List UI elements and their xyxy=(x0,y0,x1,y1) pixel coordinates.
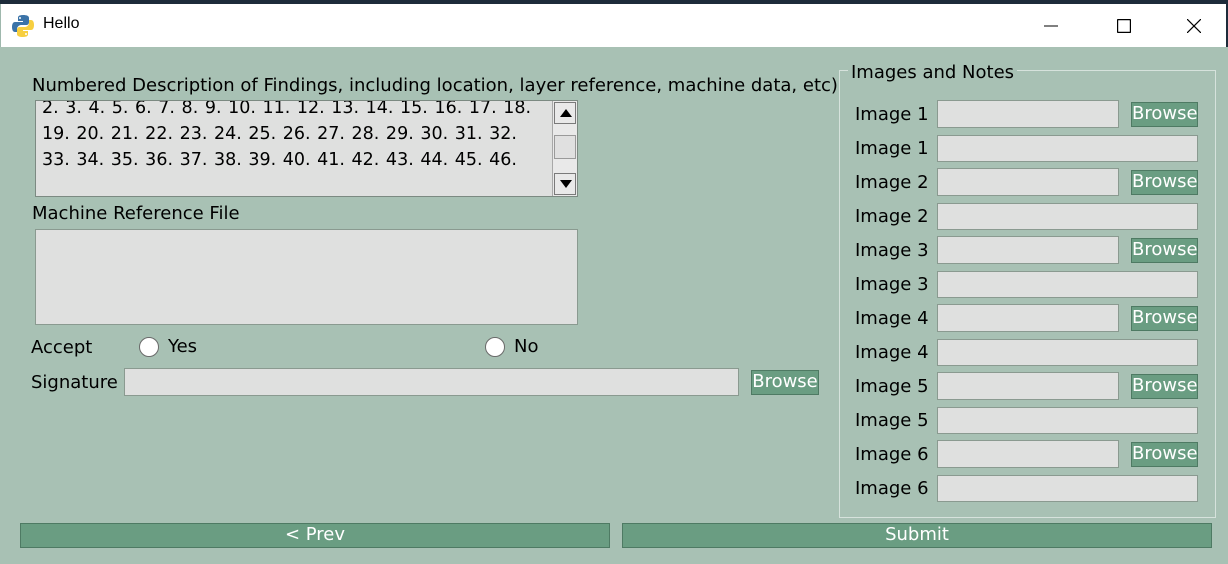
findings-textarea[interactable]: 2. 3. 4. 5. 6. 7. 8. 9. 10. 11. 12. 13. … xyxy=(35,100,578,197)
image-1-notes-label: Image 1 xyxy=(855,138,929,159)
image-6-label: Image 6 xyxy=(855,444,929,465)
accept-yes-label: Yes xyxy=(168,336,198,357)
image-3-notes-field[interactable] xyxy=(937,271,1198,298)
minimize-button[interactable] xyxy=(1016,4,1086,47)
images-group-title: Images and Notes xyxy=(848,62,1018,84)
close-button[interactable] xyxy=(1159,4,1228,47)
maximize-icon xyxy=(1117,19,1131,33)
image-2-browse-button[interactable]: Browse xyxy=(1131,170,1198,195)
image-4-label: Image 4 xyxy=(855,308,929,329)
image-2-path-field[interactable] xyxy=(937,168,1119,196)
image-6-notes-field[interactable] xyxy=(937,475,1198,502)
image-5-label: Image 5 xyxy=(855,376,929,397)
image-5-notes-label: Image 5 xyxy=(855,410,929,431)
image-6-notes-label: Image 6 xyxy=(855,478,929,499)
findings-label: Numbered Description of Findings, includ… xyxy=(32,75,838,96)
image-6-browse-button[interactable]: Browse xyxy=(1131,442,1198,467)
image-2-notes-field[interactable] xyxy=(937,203,1198,230)
image-4-browse-button[interactable]: Browse xyxy=(1131,306,1198,331)
image-1-path-field[interactable] xyxy=(937,100,1119,128)
minimize-icon xyxy=(1044,25,1058,27)
image-6-path-field[interactable] xyxy=(937,440,1119,468)
scroll-down-button[interactable] xyxy=(554,173,576,195)
signature-field[interactable] xyxy=(124,368,739,396)
image-5-browse-button[interactable]: Browse xyxy=(1131,374,1198,399)
image-4-notes-label: Image 4 xyxy=(855,342,929,363)
scroll-up-button[interactable] xyxy=(554,102,576,124)
scroll-thumb[interactable] xyxy=(554,135,576,159)
image-1-notes-field[interactable] xyxy=(937,135,1198,162)
accept-no-radio[interactable] xyxy=(485,337,505,357)
machine-reference-field[interactable] xyxy=(35,229,578,325)
image-2-label: Image 2 xyxy=(855,172,929,193)
python-icon xyxy=(12,15,34,37)
findings-scrollbar[interactable] xyxy=(552,101,577,196)
image-3-path-field[interactable] xyxy=(937,236,1119,264)
image-4-path-field[interactable] xyxy=(937,304,1119,332)
image-3-label: Image 3 xyxy=(855,240,929,261)
prev-button[interactable]: < Prev xyxy=(20,523,610,548)
submit-button[interactable]: Submit xyxy=(622,523,1212,548)
image-2-notes-label: Image 2 xyxy=(855,206,929,227)
findings-text: 2. 3. 4. 5. 6. 7. 8. 9. 10. 11. 12. 13. … xyxy=(42,100,532,170)
maximize-button[interactable] xyxy=(1089,4,1159,47)
accept-label: Accept xyxy=(31,337,93,358)
image-5-notes-field[interactable] xyxy=(937,407,1198,434)
title-bar: Hello xyxy=(0,4,1226,47)
signature-browse-button[interactable]: Browse xyxy=(751,370,819,395)
image-3-notes-label: Image 3 xyxy=(855,274,929,295)
accept-yes-radio[interactable] xyxy=(139,337,159,357)
image-1-browse-button[interactable]: Browse xyxy=(1131,102,1198,127)
window-title: Hello xyxy=(43,15,80,32)
arrow-down-icon xyxy=(560,180,572,188)
image-3-browse-button[interactable]: Browse xyxy=(1131,238,1198,263)
arrow-up-icon xyxy=(560,109,572,117)
close-icon xyxy=(1187,19,1201,33)
machine-reference-label: Machine Reference File xyxy=(32,203,240,224)
accept-no-label: No xyxy=(514,336,539,357)
image-1-label: Image 1 xyxy=(855,104,929,125)
window-client-area: Numbered Description of Findings, includ… xyxy=(0,47,1228,564)
signature-label: Signature xyxy=(31,372,118,393)
image-5-path-field[interactable] xyxy=(937,372,1119,400)
image-4-notes-field[interactable] xyxy=(937,339,1198,366)
